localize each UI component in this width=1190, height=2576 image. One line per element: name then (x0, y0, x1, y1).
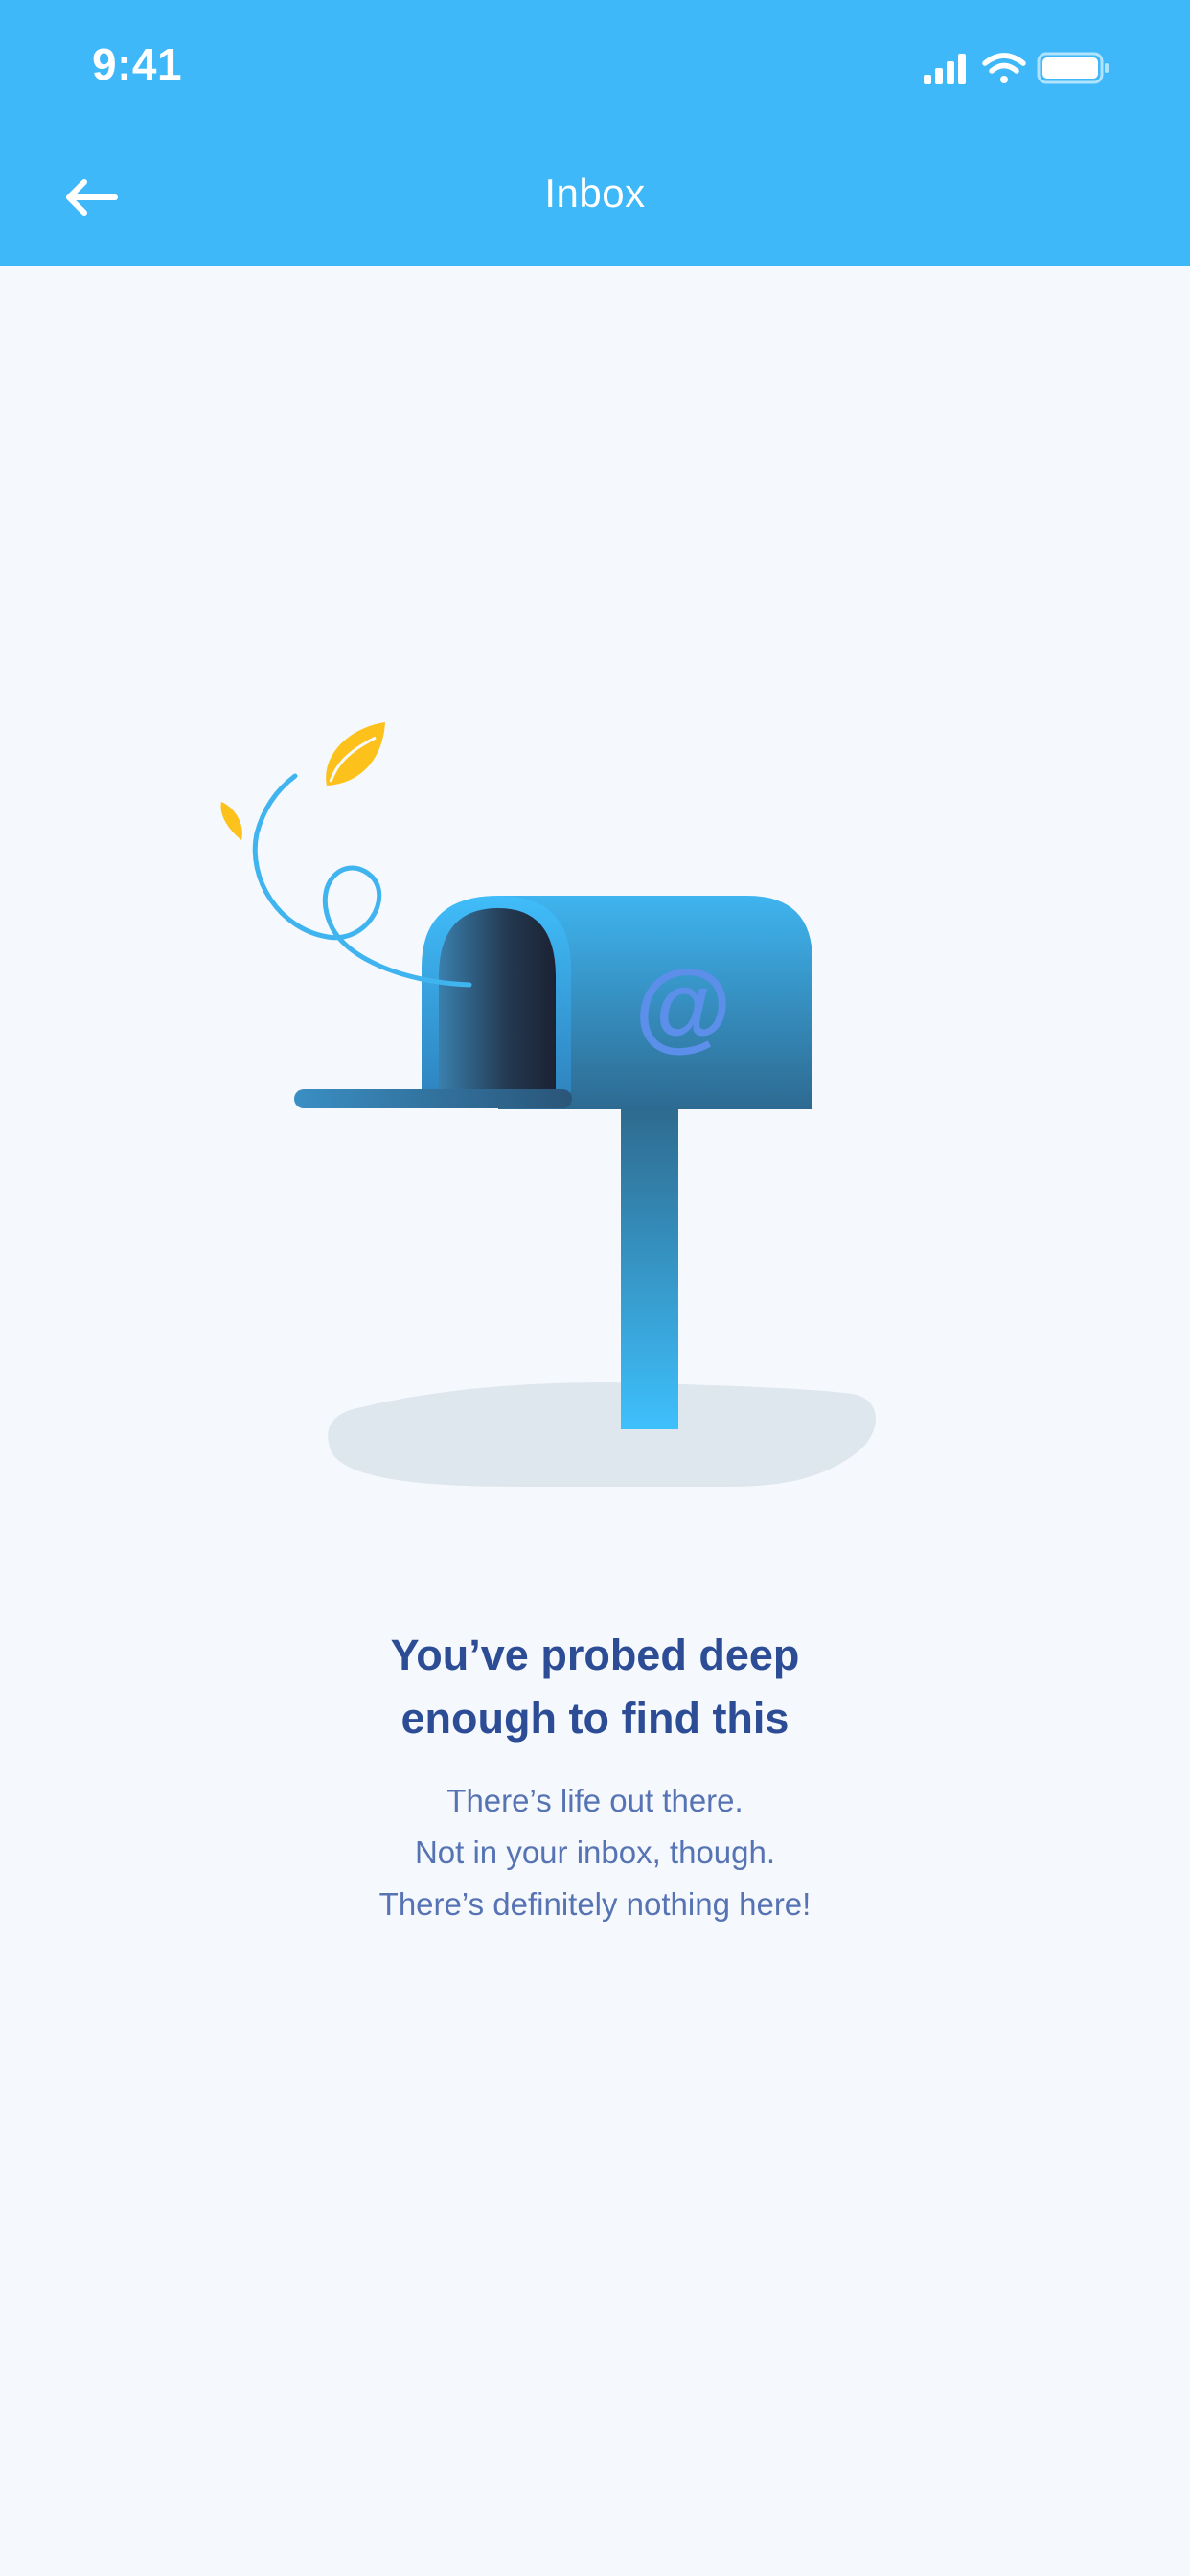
message-line-2: Not in your inbox, though. (414, 1835, 776, 1870)
at-symbol: @ (634, 950, 731, 1061)
message-line-3: There’s definitely nothing here! (378, 1886, 812, 1922)
message-line-1: There’s life out there. (446, 1783, 744, 1818)
mailbox-illustration: @ (220, 722, 876, 1487)
leaf-large (326, 722, 385, 786)
leaf-small (220, 802, 242, 840)
ground-shadow (328, 1382, 876, 1487)
mailbox-opening (439, 908, 556, 1092)
mailbox-post (621, 1106, 678, 1429)
headline-line-1: You’ve probed deep (390, 1630, 800, 1679)
inbox-empty-screen: 9:41 Inbox @ You’ve probed deep enough t… (0, 0, 1190, 2576)
empty-state-message: There’s life out there. Not in your inbo… (0, 1775, 1190, 1930)
mailbox-door (294, 1089, 572, 1108)
empty-state-headline: You’ve probed deep enough to find this (0, 1624, 1190, 1750)
headline-line-2: enough to find this (400, 1694, 790, 1743)
